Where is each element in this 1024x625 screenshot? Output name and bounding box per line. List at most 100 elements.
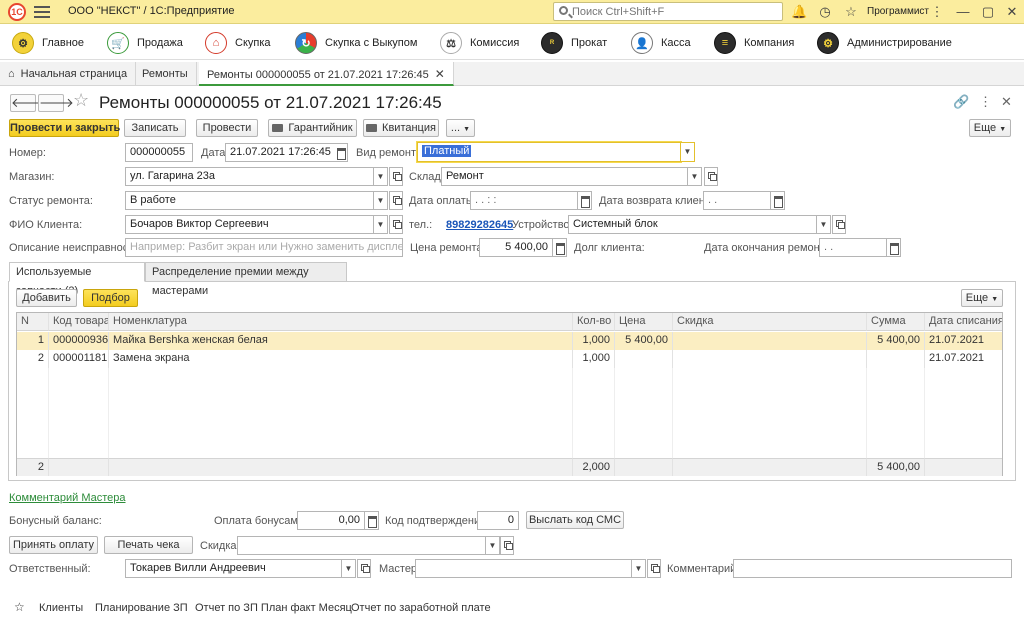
- section-company[interactable]: ≡ Компания: [714, 31, 794, 55]
- pay-date-field[interactable]: . . : :: [470, 191, 578, 210]
- footer-link-salary-planning[interactable]: Планирование ЗП: [95, 602, 188, 614]
- calendar-icon[interactable]: [334, 143, 348, 162]
- link-icon[interactable]: 🔗: [953, 94, 969, 110]
- col-header-nomenclature[interactable]: Номенклатура: [109, 313, 573, 331]
- col-header-code[interactable]: Код товара: [49, 313, 109, 331]
- client-open-icon[interactable]: [389, 215, 403, 234]
- section-rent[interactable]: R Прокат: [541, 31, 607, 55]
- accept-payment-button[interactable]: Принять оплату: [9, 536, 98, 554]
- tab-bonus-distribution[interactable]: Распределение премии между мастерами: [145, 262, 347, 297]
- favorites-star-icon[interactable]: ☆: [843, 4, 859, 20]
- calendar-icon[interactable]: [578, 191, 592, 210]
- section-purchase[interactable]: ⌂ Скупка: [205, 31, 271, 55]
- client-dropdown[interactable]: ▼: [374, 215, 388, 234]
- repair-type-field[interactable]: Платный: [417, 142, 681, 162]
- tab-home[interactable]: ⌂ Начальная страница: [0, 62, 137, 86]
- shop-dropdown[interactable]: ▼: [374, 167, 388, 186]
- more-button[interactable]: Еще ▼: [969, 119, 1011, 137]
- more-actions-icon[interactable]: ⋮: [979, 94, 992, 110]
- grid-more-button[interactable]: Еще ▼: [961, 289, 1003, 307]
- end-date-field[interactable]: . .: [819, 238, 887, 257]
- section-sales[interactable]: 🛒 Продажа: [107, 31, 183, 55]
- col-header-sum[interactable]: Сумма: [867, 313, 925, 331]
- history-icon[interactable]: ◷: [817, 4, 833, 20]
- bell-icon[interactable]: 🔔: [791, 4, 807, 20]
- phone-link[interactable]: 89829282645: [446, 219, 513, 231]
- close-form-icon[interactable]: ✕: [1001, 94, 1012, 110]
- section-commission[interactable]: ⚖ Комиссия: [440, 31, 519, 55]
- footer-link-salary-report[interactable]: Отчет по заработной плате: [351, 602, 491, 614]
- close-tab-icon[interactable]: ✕: [435, 67, 445, 81]
- comment-field[interactable]: [733, 559, 1012, 578]
- section-purchase-buyback[interactable]: ↻ Скупка с Выкупом: [295, 31, 417, 55]
- post-button[interactable]: Провести: [196, 119, 258, 137]
- responsible-dropdown[interactable]: ▼: [342, 559, 356, 578]
- confirm-code-field[interactable]: 0: [477, 511, 519, 530]
- return-date-field[interactable]: . .: [703, 191, 771, 210]
- favorite-star-icon[interactable]: ☆: [73, 90, 89, 111]
- master-field[interactable]: [415, 559, 632, 578]
- col-header-qty[interactable]: Кол-во: [573, 313, 615, 331]
- responsible-field[interactable]: Токарев Вилли Андреевич: [125, 559, 342, 578]
- close-window-icon[interactable]: ✕: [1004, 4, 1020, 20]
- fault-description-field[interactable]: Например: Разбит экран или Нужно заменит…: [125, 238, 403, 257]
- price-field[interactable]: 5 400,00: [479, 238, 553, 257]
- col-header-n[interactable]: N: [17, 313, 49, 331]
- bonus-pay-field[interactable]: 0,00: [297, 511, 365, 530]
- device-dropdown[interactable]: ▼: [817, 215, 831, 234]
- restore-icon[interactable]: ▢: [980, 4, 996, 20]
- pick-button[interactable]: Подбор: [83, 289, 138, 307]
- warehouse-open-icon[interactable]: [704, 167, 718, 186]
- col-header-discount[interactable]: Скидка: [673, 313, 867, 331]
- master-open-icon[interactable]: [647, 559, 661, 578]
- warehouse-field[interactable]: Ремонт: [441, 167, 688, 186]
- shop-field[interactable]: ул. Гагарина 23а: [125, 167, 374, 186]
- save-button[interactable]: Записать: [124, 119, 186, 137]
- tab-repair-document[interactable]: Ремонты 000000055 от 21.07.2021 17:26:45…: [199, 62, 454, 86]
- send-sms-button[interactable]: Выслать код СМС: [526, 511, 624, 529]
- master-dropdown[interactable]: ▼: [632, 559, 646, 578]
- responsible-open-icon[interactable]: [357, 559, 371, 578]
- section-cash[interactable]: 👤 Касса: [631, 31, 691, 55]
- global-search[interactable]: [553, 2, 783, 21]
- status-dropdown[interactable]: ▼: [374, 191, 388, 210]
- shop-open-icon[interactable]: [389, 167, 403, 186]
- section-admin[interactable]: ⚙ Администрирование: [817, 31, 952, 55]
- tab-repairs-list[interactable]: Ремонты: [134, 62, 197, 86]
- section-main[interactable]: ⚙ Главное: [12, 31, 84, 55]
- search-input[interactable]: [572, 4, 772, 19]
- post-and-close-button[interactable]: Провести и закрыть: [9, 119, 120, 137]
- warehouse-dropdown[interactable]: ▼: [688, 167, 702, 186]
- minimize-icon[interactable]: —: [955, 4, 971, 20]
- client-field[interactable]: Бочаров Виктор Сергеевич: [125, 215, 374, 234]
- repair-type-dropdown[interactable]: ▼: [681, 142, 695, 162]
- warranty-print-button[interactable]: Гарантийник: [268, 119, 357, 137]
- settings-menu-icon[interactable]: ⋮: [929, 4, 945, 20]
- discount-dropdown[interactable]: ▼: [486, 536, 500, 555]
- back-button[interactable]: 🡐: [10, 94, 46, 112]
- calculator-icon[interactable]: [553, 238, 567, 257]
- more-commands-button[interactable]: ... ▼: [446, 119, 475, 137]
- forward-button[interactable]: 🡒: [38, 94, 74, 112]
- status-field[interactable]: В работе: [125, 191, 374, 210]
- footer-link-salary-plan-fact[interactable]: Отчет по ЗП План факт Месяц: [195, 602, 352, 614]
- date-field[interactable]: 21.07.2021 17:26:45: [225, 143, 335, 162]
- number-field[interactable]: 000000055: [125, 143, 193, 162]
- calculator-icon[interactable]: [365, 511, 379, 530]
- col-header-price[interactable]: Цена: [615, 313, 673, 331]
- discount-open-icon[interactable]: [500, 536, 514, 555]
- parts-table[interactable]: N Код товара Номенклатура Кол-во Цена Ск…: [16, 312, 1003, 476]
- master-comment-link[interactable]: Комментарий Мастера: [9, 492, 126, 504]
- device-open-icon[interactable]: [832, 215, 846, 234]
- receipt-print-button[interactable]: Квитанция: [363, 119, 439, 137]
- device-field[interactable]: Системный блок: [568, 215, 817, 234]
- tab-used-parts[interactable]: Используемые запчасти (2): [9, 262, 145, 297]
- footer-link-clients[interactable]: Клиенты: [39, 602, 83, 614]
- current-user[interactable]: Программист: [867, 6, 929, 17]
- add-button[interactable]: Добавить: [16, 289, 77, 307]
- calendar-icon[interactable]: [887, 238, 901, 257]
- calendar-icon[interactable]: [771, 191, 785, 210]
- status-open-icon[interactable]: [389, 191, 403, 210]
- main-menu-icon[interactable]: [34, 6, 50, 18]
- discount-field[interactable]: [237, 536, 486, 555]
